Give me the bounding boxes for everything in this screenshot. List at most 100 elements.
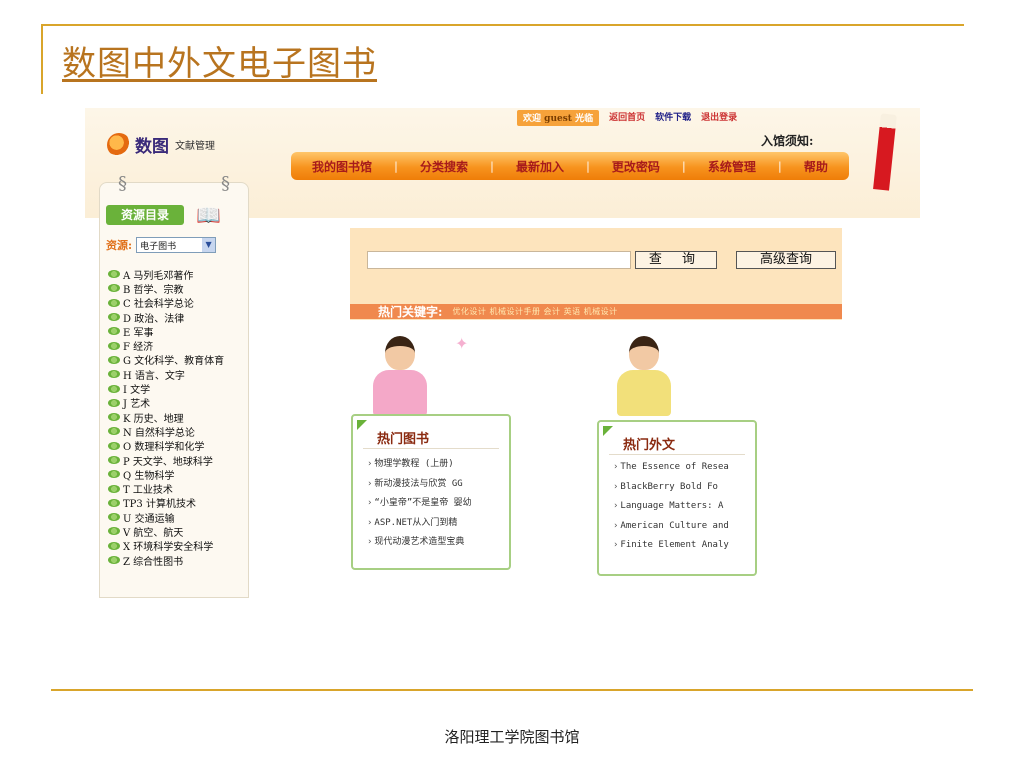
chevron-down-icon: ▼	[202, 238, 216, 252]
search-button[interactable]: 查 询	[635, 251, 717, 269]
category-icon	[108, 556, 120, 565]
category-item[interactable]: K 历史、地理	[108, 410, 224, 425]
category-item[interactable]: Z 综合性图书	[108, 553, 224, 568]
category-item[interactable]: U 交通运输	[108, 510, 224, 525]
logo-subtitle: 文献管理	[175, 141, 215, 152]
category-item[interactable]: F 经济	[108, 338, 224, 353]
download-link[interactable]: 软件下载	[655, 110, 691, 126]
category-icon	[108, 441, 120, 450]
category-item[interactable]: O 数理科学和化学	[108, 439, 224, 453]
hot-book-link[interactable]: “小皇帝”不是皇帝 婴幼	[367, 495, 471, 515]
bottom-rule	[51, 689, 973, 691]
hot-books-list: 物理学教程 (上册) 新动漫技法与欣赏 GG “小皇帝”不是皇帝 婴幼 ASP.…	[367, 456, 472, 554]
binder-rings: § §	[118, 173, 230, 194]
hot-foreign-card: 热门外文 The Essence of Resea BlackBerry Bol…	[597, 420, 757, 576]
sparkle-icon: ✦	[455, 334, 469, 353]
hot-foreign-title: 热门外文	[623, 438, 676, 453]
category-item[interactable]: N 自然科学总论	[108, 424, 224, 439]
resource-label: 资源:	[106, 239, 133, 252]
admission-notice-link[interactable]: 入馆须知:	[761, 132, 813, 149]
category-icon	[108, 498, 120, 507]
resource-selector: 资源: 电子图书 ▼	[106, 237, 217, 253]
category-icon	[108, 355, 120, 364]
category-icon	[108, 484, 120, 493]
student-illustration-pointing	[365, 336, 435, 416]
category-item[interactable]: H 语言、文字	[108, 367, 224, 382]
category-icon	[108, 341, 120, 350]
category-item[interactable]: C 社会科学总论	[108, 296, 224, 310]
category-item[interactable]: TP3 计算机技术	[108, 496, 224, 510]
top-links: 欢迎 guest 光临 返回首页 软件下载 退出登录	[517, 110, 737, 126]
category-item[interactable]: D 政治、法律	[108, 310, 224, 325]
category-icon	[108, 541, 120, 550]
category-icon	[108, 284, 120, 293]
resource-sidebar: § § 资源目录 📖 资源: 电子图书 ▼ A 马列毛邓著作 B 哲学、宗教 C …	[99, 173, 249, 598]
nav-newly-added[interactable]: 最新加入	[516, 158, 564, 175]
student-illustration-reading	[609, 336, 679, 416]
category-item[interactable]: I 文学	[108, 381, 224, 396]
nav-help[interactable]: 帮助	[804, 158, 828, 175]
hot-book-link[interactable]: 物理学教程 (上册)	[367, 456, 472, 476]
category-item[interactable]: V 航空、航天	[108, 524, 224, 539]
category-icon	[108, 456, 120, 464]
category-item[interactable]: A 马列毛邓著作	[108, 267, 224, 282]
resource-directory-badge: 资源目录	[106, 205, 184, 225]
category-item[interactable]: E 军事	[108, 324, 224, 339]
advanced-search-button[interactable]: 高级查询	[736, 251, 836, 269]
slide-title: 数图中外文电子图书	[62, 44, 377, 84]
corner-flag-icon	[357, 420, 367, 430]
nav-category-search[interactable]: 分类搜索	[420, 158, 468, 175]
hot-keywords[interactable]: 优化设计 机械设计手册 会计 英语 机械设计	[452, 306, 617, 317]
resource-dropdown[interactable]: 电子图书 ▼	[136, 237, 217, 253]
corner-flag-icon	[603, 426, 613, 436]
hot-books-title: 热门图书	[377, 432, 430, 447]
nav-change-password[interactable]: 更改密码	[612, 158, 660, 175]
hot-book-link[interactable]: 新动漫技法与欣赏 GG	[367, 476, 472, 496]
hot-keywords-label: 热门关键字:	[378, 305, 443, 319]
category-item[interactable]: B 哲学、宗教	[108, 281, 224, 296]
username: guest	[544, 114, 572, 124]
top-rule	[43, 24, 964, 26]
hot-book-link[interactable]: ASP.NET从入门到精	[367, 515, 472, 535]
category-item[interactable]: P 天文学、地球科学	[108, 453, 224, 468]
category-icon	[108, 270, 120, 279]
category-icon	[108, 327, 120, 336]
category-icon	[108, 384, 120, 393]
hot-foreign-link[interactable]: Finite Element Analy	[613, 540, 728, 560]
hot-foreign-link[interactable]: Language Matters: A	[613, 501, 729, 521]
category-icon	[108, 298, 120, 307]
nav-system-admin[interactable]: 系统管理	[708, 158, 756, 175]
category-item[interactable]: J 艺术	[108, 396, 224, 410]
home-link[interactable]: 返回首页	[609, 110, 645, 126]
logo-icon	[107, 132, 131, 157]
search-panel: 查 询 高级查询 热门关键字: 优化设计 机械设计手册 会计 英语 机械设计	[350, 228, 842, 320]
welcome-message: 欢迎 guest 光临	[517, 110, 600, 126]
hot-foreign-list: The Essence of Resea BlackBerry Bold Fo …	[613, 462, 729, 560]
book-icon: 📖	[196, 203, 221, 227]
hot-book-link[interactable]: 现代动漫艺术造型宝典	[367, 534, 472, 554]
hot-books-card: 热门图书 物理学教程 (上册) 新动漫技法与欣赏 GG “小皇帝”不是皇帝 婴幼…	[351, 414, 511, 570]
search-input[interactable]	[367, 251, 631, 269]
category-list: A 马列毛邓著作 B 哲学、宗教 C 社会科学总论 D 政治、法律 E 军事 F…	[108, 267, 224, 568]
category-item[interactable]: G 文化科学、教育体育	[108, 353, 224, 367]
hot-foreign-link[interactable]: The Essence of Resea	[613, 462, 728, 482]
category-icon	[108, 398, 120, 407]
hot-foreign-link[interactable]: BlackBerry Bold Fo	[613, 482, 729, 502]
hot-keywords-bar: 热门关键字: 优化设计 机械设计手册 会计 英语 机械设计	[350, 304, 842, 319]
category-icon	[108, 513, 120, 522]
hot-foreign-link[interactable]: American Culture and	[613, 521, 728, 541]
logout-link[interactable]: 退出登录	[701, 110, 737, 126]
nav-my-library[interactable]: 我的图书馆	[312, 158, 372, 175]
main-nav: 我的图书馆 | 分类搜索 | 最新加入 | 更改密码 | 系统管理 | 帮助	[291, 152, 849, 180]
category-item[interactable]: T 工业技术	[108, 481, 224, 496]
left-rule	[41, 24, 43, 94]
category-icon	[108, 413, 120, 422]
category-icon	[108, 470, 120, 479]
slide-footer: 洛阳理工学院图书馆	[444, 728, 580, 746]
category-item[interactable]: Q 生物科学	[108, 467, 224, 482]
category-icon	[108, 427, 120, 436]
category-icon	[108, 370, 120, 379]
app-logo[interactable]: 数图 文献管理	[107, 132, 215, 157]
category-item[interactable]: X 环境科学安全科学	[108, 539, 224, 553]
logo-text: 数图	[135, 137, 169, 157]
